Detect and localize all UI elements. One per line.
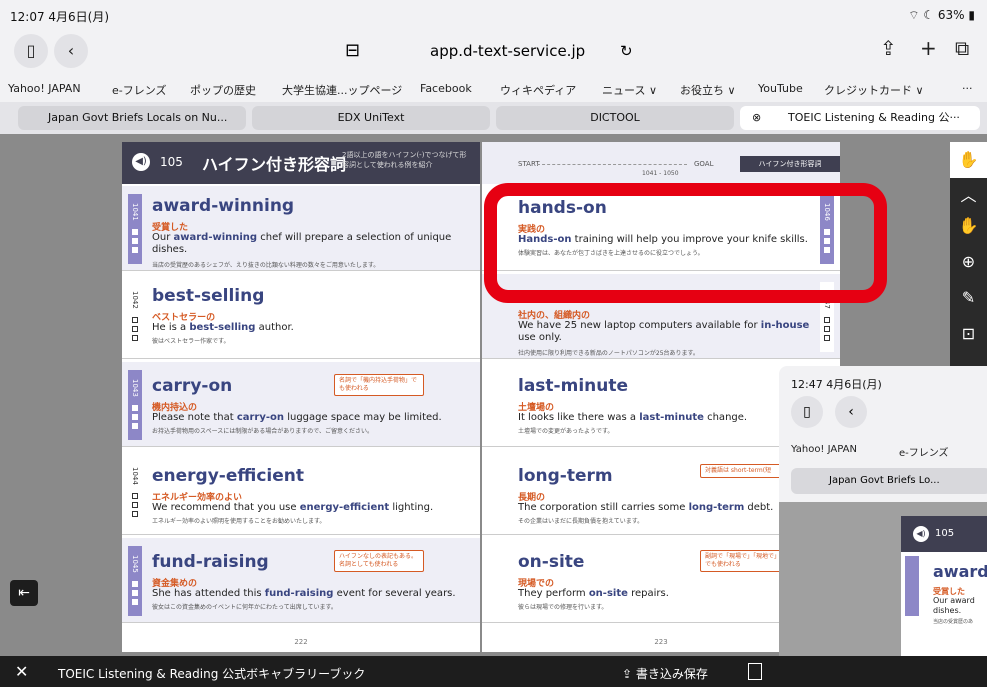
- tab-dictool[interactable]: DICTOOL: [496, 106, 734, 130]
- entry-1044[interactable]: 1044 energy-efficient エネルギー効率のよい We reco…: [122, 450, 480, 535]
- overlay-back-button[interactable]: ‹: [835, 396, 867, 428]
- bookmark-news-folder[interactable]: ニュース ∨: [602, 82, 657, 98]
- page-menu-icon[interactable]: ⊟: [345, 35, 360, 67]
- headword: fund-raising: [152, 552, 269, 572]
- annotation-toolbar: ✋ ︿ ✋ ⊕ ✎ ⊡: [950, 142, 987, 372]
- headword: last-minute: [518, 376, 629, 396]
- left-page: ◀) 105 ハイフン付き形容詞 2語以上の語をハイフン(-)でつなげて形容詞と…: [122, 142, 480, 652]
- new-tab-icon[interactable]: +: [920, 36, 937, 60]
- entry-1043[interactable]: 1043 carry-on 名詞で「機内持込手荷物」でも使われる 機内持込の P…: [122, 362, 480, 447]
- bottom-bar: ✕ TOEIC Listening & Reading 公式ボキャブラリーブック…: [0, 656, 987, 687]
- zoom-icon[interactable]: ⊕: [950, 244, 987, 280]
- page-number: 222: [294, 638, 308, 646]
- book-title: TOEIC Listening & Reading 公式ボキャブラリーブック: [58, 667, 366, 681]
- entry-1042[interactable]: 1042 best-selling ベストセラーの He is a best-s…: [122, 274, 480, 359]
- hand-tool-icon-2[interactable]: ✋: [950, 208, 987, 244]
- bookmark-icon[interactable]: [748, 663, 762, 680]
- exit-fullscreen-icon[interactable]: ⇤: [10, 580, 38, 606]
- example-sentence: Our award-winning chef will prepare a se…: [152, 232, 452, 255]
- reload-icon[interactable]: ↻: [620, 35, 633, 67]
- text-note-icon[interactable]: ⊡: [950, 316, 987, 352]
- pen-icon[interactable]: ✎: [950, 280, 987, 316]
- speaker-icon[interactable]: ◀): [913, 526, 929, 542]
- tab-toeic[interactable]: ⊗ TOEIC Listening & Reading 公···: [740, 106, 980, 130]
- bookmark-facebook[interactable]: Facebook: [420, 82, 472, 95]
- overlay-sidebar-icon[interactable]: ▯: [791, 396, 823, 428]
- bookmark-youtube[interactable]: YouTube: [758, 82, 803, 95]
- save-button[interactable]: ⇪ 書き込み保存: [622, 665, 708, 682]
- slide-over-window[interactable]: 12:47 4月6日(月) ▯ ‹ Yahoo! JAPAN e-フレンズ Ja…: [779, 366, 987, 687]
- bookmark-yahoo[interactable]: Yahoo! JAPAN: [8, 82, 81, 95]
- clock: 12:07 4月6日(月): [10, 10, 110, 24]
- tab-edx-unitext[interactable]: EDX UniText: [252, 106, 490, 130]
- section-header: ◀) 105 ハイフン付き形容詞 2語以上の語をハイフン(-)でつなげて形容詞と…: [122, 142, 480, 184]
- bookmark-useful-folder[interactable]: お役立ち ∨: [680, 82, 736, 98]
- address-bar[interactable]: ⊟ app.d-text-service.jp ↻: [345, 35, 645, 67]
- tabs-overview-icon[interactable]: ⧉: [955, 36, 969, 60]
- sidebar-toggle-icon[interactable]: ▯: [14, 34, 48, 68]
- headword: best-selling: [152, 286, 265, 306]
- headword: award-winning: [152, 196, 295, 216]
- bookmarks-bar: Yahoo! JAPAN e-フレンズ ポップの歴史 大学生協連...ップページ…: [0, 76, 987, 102]
- entry-1041[interactable]: 1041 award-winning 受賞した Our award-winnin…: [122, 186, 480, 271]
- overlay-tab[interactable]: Japan Govt Briefs Lo...: [791, 468, 987, 494]
- progress-header: START GOAL 1041 - 1050 ハイフン付き形容詞: [482, 142, 840, 184]
- bookmark-credit-folder[interactable]: クレジットカード ∨: [824, 82, 924, 98]
- headword: long-term: [518, 466, 613, 486]
- entry-1045[interactable]: 1045 fund-raising ハイフンなしの表記もある。名詞としても使われ…: [122, 538, 480, 623]
- headword: on-site: [518, 552, 585, 572]
- close-icon[interactable]: ✕: [15, 662, 28, 681]
- status-bar: 12:07 4月6日(月) ⌔ ☾ 63% ▮: [0, 0, 987, 28]
- headword: energy-efficient: [152, 466, 305, 486]
- bookmark-coop[interactable]: 大学生協連...ップページ: [282, 82, 402, 98]
- tab-bar: Japan Govt Briefs Locals on Nu... EDX Un…: [0, 102, 987, 134]
- close-tab-icon[interactable]: ⊗: [752, 106, 761, 130]
- headword: carry-on: [152, 376, 233, 396]
- battery-indicator: ⌔ ☾ 63% ▮: [908, 8, 975, 22]
- hand-tool-icon[interactable]: ✋: [950, 142, 987, 178]
- bookmark-efriends[interactable]: e-フレンズ: [112, 82, 167, 98]
- bookmark-pop-history[interactable]: ポップの歴史: [190, 82, 256, 98]
- back-button[interactable]: ‹: [54, 34, 88, 68]
- red-highlight-annotation: [484, 183, 887, 303]
- tab-japan-govt[interactable]: Japan Govt Briefs Locals on Nu...: [18, 106, 246, 130]
- bookmark-wikipedia[interactable]: ウィキペディア: [500, 82, 576, 98]
- bookmark-more[interactable]: ···: [962, 82, 973, 95]
- share-icon[interactable]: ⇪: [880, 36, 897, 60]
- speaker-icon[interactable]: ◀): [132, 153, 150, 171]
- browser-toolbar: ▯ ‹ ⊟ app.d-text-service.jp ↻ ⇪ + ⧉: [0, 28, 987, 76]
